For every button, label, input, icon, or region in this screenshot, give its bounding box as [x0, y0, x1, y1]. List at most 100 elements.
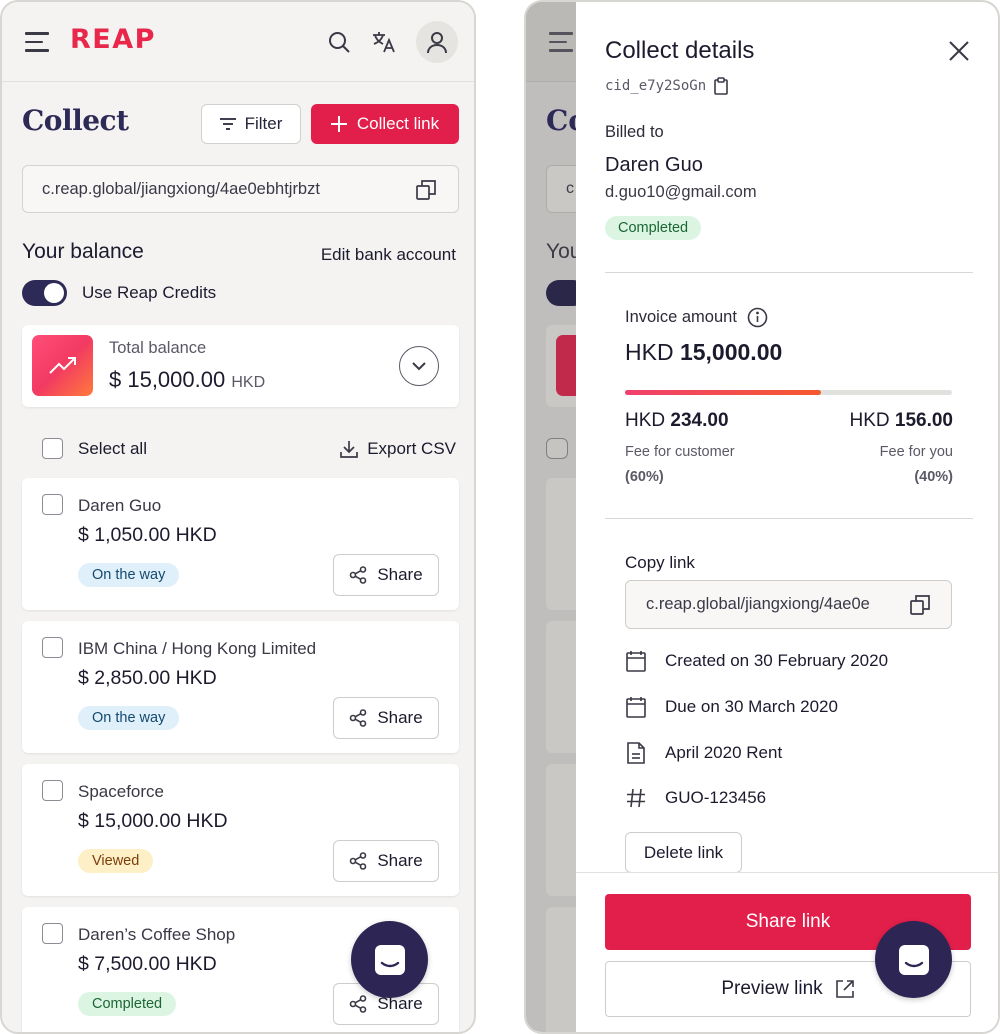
fee-you-amount: HKD 156.00	[849, 410, 953, 431]
share-icon	[350, 995, 367, 1013]
search-icon[interactable]	[322, 24, 356, 60]
payment-card[interactable]: Spaceforce $ 15,000.00 HKD Viewed Share	[22, 764, 459, 896]
share-button-label: Share	[377, 565, 423, 584]
invoice-amount: HKD 15,000.00	[625, 339, 783, 365]
link-fragment: c	[566, 180, 574, 197]
total-balance-amount: $ 15,000.00 HKD	[109, 367, 266, 392]
payer-name: Spaceforce	[78, 782, 164, 801]
calendar-icon	[625, 696, 647, 718]
payment-card[interactable]: IBM China / Hong Kong Limited $ 2,850.00…	[22, 621, 459, 753]
payer-name: Daren’s Coffee Shop	[78, 925, 236, 944]
payment-checkbox[interactable]	[42, 494, 63, 515]
collect-page-link[interactable]: c.reap.global/jiangxiong/4ae0ebhtjrbzt	[22, 165, 459, 213]
collect-link-field[interactable]: c.reap.global/jiangxiong/4ae0ebhtjrbzt	[625, 580, 952, 629]
page-title: Collect	[22, 104, 129, 137]
menu-icon	[549, 32, 573, 52]
share-icon	[350, 852, 367, 870]
select-all-label: Select all	[78, 439, 147, 458]
close-icon[interactable]	[948, 40, 970, 67]
drawer-title: Collect details	[605, 37, 755, 64]
collect-id: cid_e7y2SoGn	[605, 77, 728, 95]
fee-split-bar	[625, 390, 952, 395]
collect-details-screen: Co c You Collect details cid_e7y2SoGn Bi…	[524, 0, 1000, 1034]
preview-link-label: Preview link	[721, 978, 823, 999]
description: April 2020 Rent	[665, 743, 783, 762]
translate-icon[interactable]	[367, 24, 401, 60]
fee-customer-amount: HKD 234.00	[625, 410, 729, 431]
total-balance-label: Total balance	[109, 339, 207, 357]
share-icon	[350, 709, 367, 727]
payment-amount: $ 15,000.00 HKD	[78, 810, 228, 832]
due-date-row: Due on 30 March 2020	[625, 696, 838, 718]
info-icon[interactable]	[747, 307, 768, 328]
reap-logo[interactable]: REAP	[70, 24, 156, 55]
balance-heading: Your balance	[22, 240, 144, 263]
external-link-icon	[835, 980, 854, 998]
created-date: Created on 30 February 2020	[665, 651, 889, 670]
hash-icon	[625, 788, 647, 808]
filter-icon	[219, 118, 236, 130]
status-badge: On the way	[78, 706, 180, 730]
collect-id-text: cid_e7y2SoGn	[605, 78, 707, 94]
collect-page-link-text: c.reap.global/jiangxiong/4ae0ebhtjrbzt	[42, 179, 320, 198]
collect-link-text: c.reap.global/jiangxiong/4ae0ebhtjrbzt	[646, 595, 871, 613]
divider	[605, 518, 973, 519]
chat-icon[interactable]	[875, 921, 952, 998]
share-icon	[350, 566, 367, 584]
plus-icon	[330, 116, 347, 132]
share-button[interactable]: Share	[333, 697, 439, 739]
reference: GUO-123456	[665, 788, 767, 807]
payer-name: IBM China / Hong Kong Limited	[78, 639, 317, 658]
export-csv-button[interactable]: Export CSV	[339, 439, 456, 459]
chevron-down-icon[interactable]	[399, 346, 439, 386]
chat-icon[interactable]	[351, 921, 428, 998]
filter-button[interactable]: Filter	[201, 104, 301, 144]
created-date-row: Created on 30 February 2020	[625, 650, 888, 672]
payment-card[interactable]: Daren Guo $ 1,050.00 HKD On the way Shar…	[22, 478, 459, 610]
fee-customer-label: Fee for customer (60%)	[625, 444, 735, 485]
payment-checkbox[interactable]	[42, 923, 63, 944]
download-icon	[340, 441, 359, 458]
fee-split-fill	[625, 390, 822, 395]
menu-icon[interactable]	[25, 32, 49, 52]
user-avatar[interactable]	[416, 21, 458, 63]
collect-link-button[interactable]: Collect link	[311, 104, 459, 144]
edit-bank-account-link[interactable]: Edit bank account	[321, 245, 456, 265]
copy-icon[interactable]	[416, 180, 436, 200]
payment-amount: $ 7,500.00 HKD	[78, 953, 217, 975]
trending-up-icon	[32, 335, 93, 396]
status-badge: On the way	[78, 563, 180, 587]
invoice-amount-label: Invoice amount	[625, 307, 768, 328]
due-date: Due on 30 March 2020	[665, 697, 838, 716]
share-button[interactable]: Share	[333, 554, 439, 596]
share-button-label: Share	[377, 851, 423, 870]
export-csv-label: Export CSV	[367, 439, 456, 458]
share-button[interactable]: Share	[333, 840, 439, 882]
payer-name: Daren Guo	[78, 496, 162, 515]
copy-icon[interactable]	[910, 595, 930, 615]
payment-checkbox[interactable]	[42, 780, 63, 801]
status-badge: Completed	[605, 216, 702, 240]
copy-link-label: Copy link	[625, 553, 695, 572]
reap-credits-label: Use Reap Credits	[82, 283, 217, 302]
collect-screen: REAP Collect Filter Collect link c.reap.…	[0, 0, 476, 1034]
top-bar: REAP	[2, 2, 474, 82]
filter-button-label: Filter	[244, 114, 283, 133]
collect-link-button-label: Collect link	[356, 114, 440, 133]
select-all-checkbox[interactable]	[42, 438, 63, 459]
reference-row: GUO-123456	[625, 788, 766, 808]
checkbox-fragment	[546, 438, 568, 459]
share-button-label: Share	[377, 708, 423, 727]
payment-checkbox[interactable]	[42, 637, 63, 658]
divider	[605, 272, 973, 273]
customer-email: d.guo10@gmail.com	[605, 183, 757, 201]
reap-credits-toggle[interactable]	[22, 280, 67, 306]
payment-amount: $ 2,850.00 HKD	[78, 667, 217, 689]
payment-amount: $ 1,050.00 HKD	[78, 524, 217, 546]
clipboard-icon[interactable]	[714, 77, 728, 95]
document-icon	[625, 742, 647, 764]
delete-link-button[interactable]: Delete link	[625, 832, 742, 873]
customer-name: Daren Guo	[605, 154, 703, 176]
collect-details-drawer: Collect details cid_e7y2SoGn Billed to D…	[576, 2, 998, 1032]
calendar-icon	[625, 650, 647, 672]
